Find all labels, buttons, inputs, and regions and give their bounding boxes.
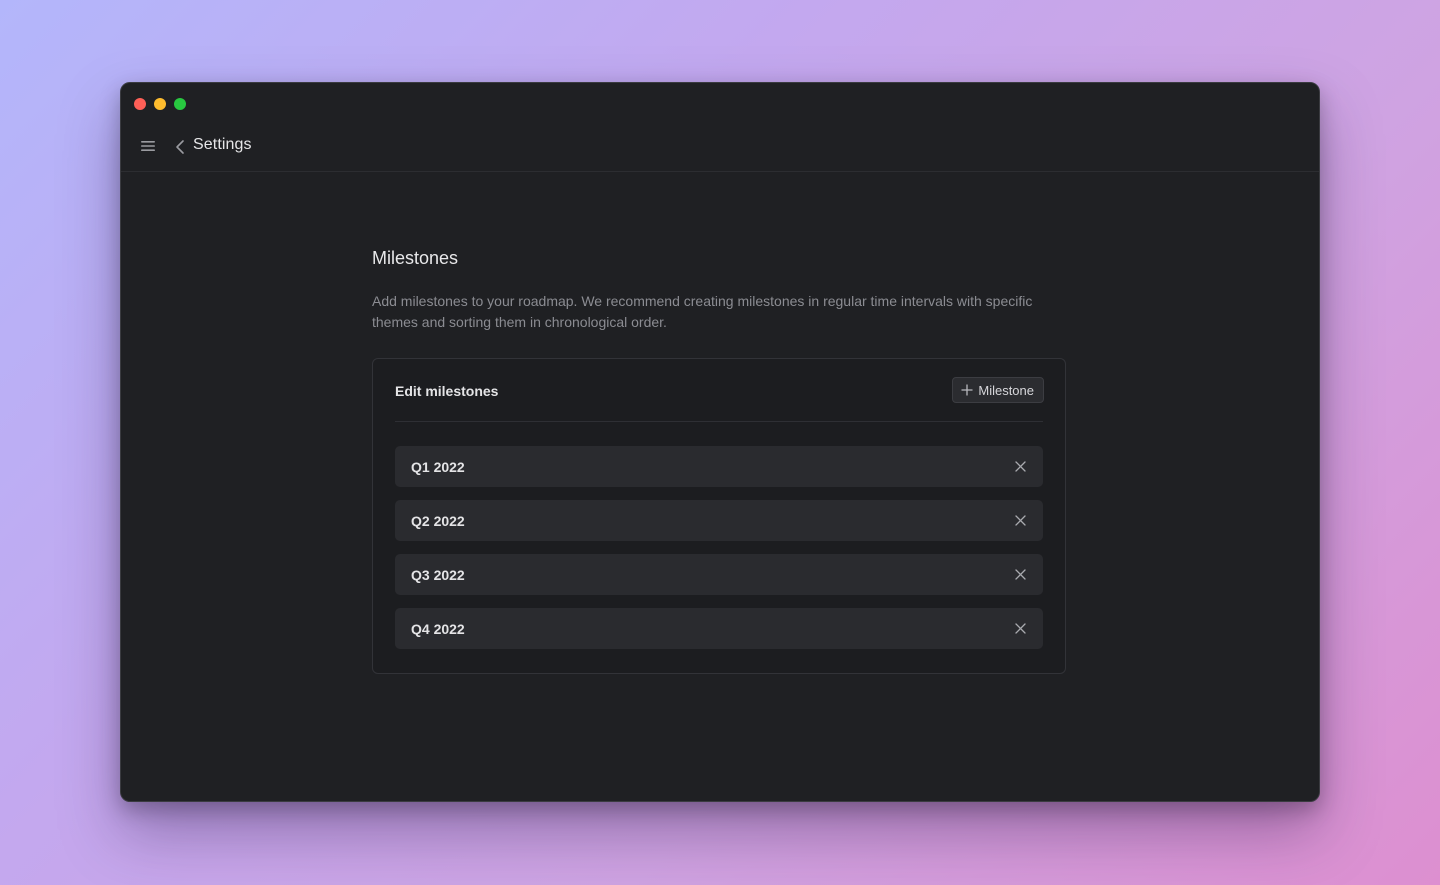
app-window: Settings Milestones Add milestones to yo…	[120, 82, 1320, 802]
milestone-item[interactable]: Q4 2022	[395, 608, 1043, 649]
milestone-item[interactable]: Q2 2022	[395, 500, 1043, 541]
card-divider	[395, 421, 1043, 422]
minimize-window-button[interactable]	[154, 98, 166, 110]
milestone-item[interactable]: Q3 2022	[395, 554, 1043, 595]
close-icon[interactable]	[1014, 460, 1027, 473]
settings-header: Settings	[121, 123, 1319, 172]
maximize-window-button[interactable]	[174, 98, 186, 110]
hamburger-menu-icon[interactable]	[141, 140, 155, 152]
add-milestone-button[interactable]: Milestone	[952, 377, 1044, 403]
milestone-label: Q4 2022	[411, 620, 465, 637]
close-icon[interactable]	[1014, 622, 1027, 635]
add-milestone-label: Milestone	[978, 382, 1034, 398]
milestone-label: Q1 2022	[411, 458, 465, 475]
milestone-item[interactable]: Q1 2022	[395, 446, 1043, 487]
section-title: Milestones	[372, 248, 459, 268]
milestone-list: Q1 2022 Q2 2022 Q3 2022 Q4 2022	[395, 446, 1043, 662]
window-controls	[134, 98, 186, 110]
edit-milestones-card: Edit milestones Milestone Q1 2022 Q2 202…	[372, 358, 1066, 674]
close-window-button[interactable]	[134, 98, 146, 110]
milestone-label: Q3 2022	[411, 566, 465, 583]
milestone-label: Q2 2022	[411, 512, 465, 529]
milestones-section: Milestones Add milestones to your roadma…	[372, 248, 1066, 674]
card-title: Edit milestones	[395, 383, 499, 399]
page-breadcrumb-title: Settings	[193, 136, 252, 153]
close-icon[interactable]	[1014, 568, 1027, 581]
chevron-left-icon[interactable]	[175, 139, 185, 155]
close-icon[interactable]	[1014, 514, 1027, 527]
section-description: Add milestones to your roadmap. We recom…	[372, 293, 1033, 330]
plus-icon	[961, 384, 974, 396]
